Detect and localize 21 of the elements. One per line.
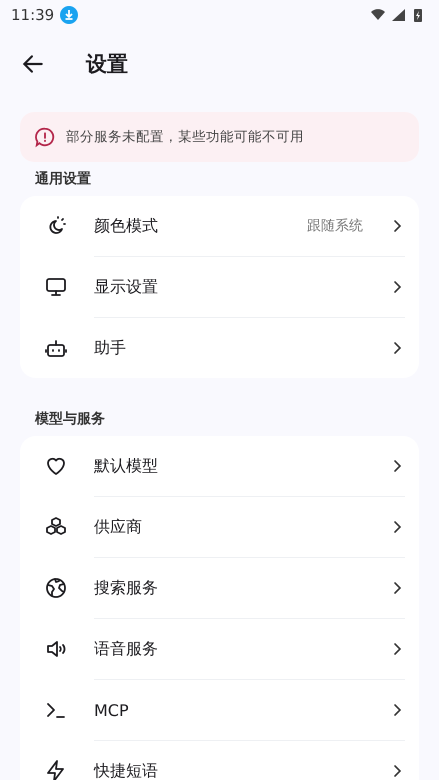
wifi-icon — [371, 8, 385, 22]
warning-text: 部分服务未配置，某些功能可能不可用 — [66, 128, 304, 146]
settings-item[interactable]: 快捷短语 — [20, 741, 405, 780]
settings-item[interactable]: 显示设置 — [20, 257, 405, 317]
section-title: 通用设置 — [34, 170, 92, 189]
battery-icon — [411, 8, 425, 22]
settings-item[interactable]: 供应商 — [20, 497, 405, 557]
settings-item[interactable]: 语音服务 — [20, 619, 405, 679]
signal-icon — [391, 8, 405, 22]
settings-item[interactable]: 默认模型 — [20, 436, 405, 496]
settings-item[interactable]: MCP — [20, 680, 405, 740]
page-title: 设置 — [86, 51, 128, 78]
status-time: 11:39 — [11, 6, 54, 24]
alert-icon — [34, 126, 56, 148]
monitor-icon — [44, 275, 68, 299]
settings-item[interactable]: 颜色模式 跟随系统 — [20, 196, 405, 256]
download-icon — [60, 6, 78, 24]
globe-icon — [44, 576, 68, 600]
settings-item[interactable]: 搜索服务 — [20, 558, 405, 618]
settings-item[interactable]: 助手 — [20, 318, 405, 378]
section-title: 模型与服务 — [34, 410, 106, 429]
